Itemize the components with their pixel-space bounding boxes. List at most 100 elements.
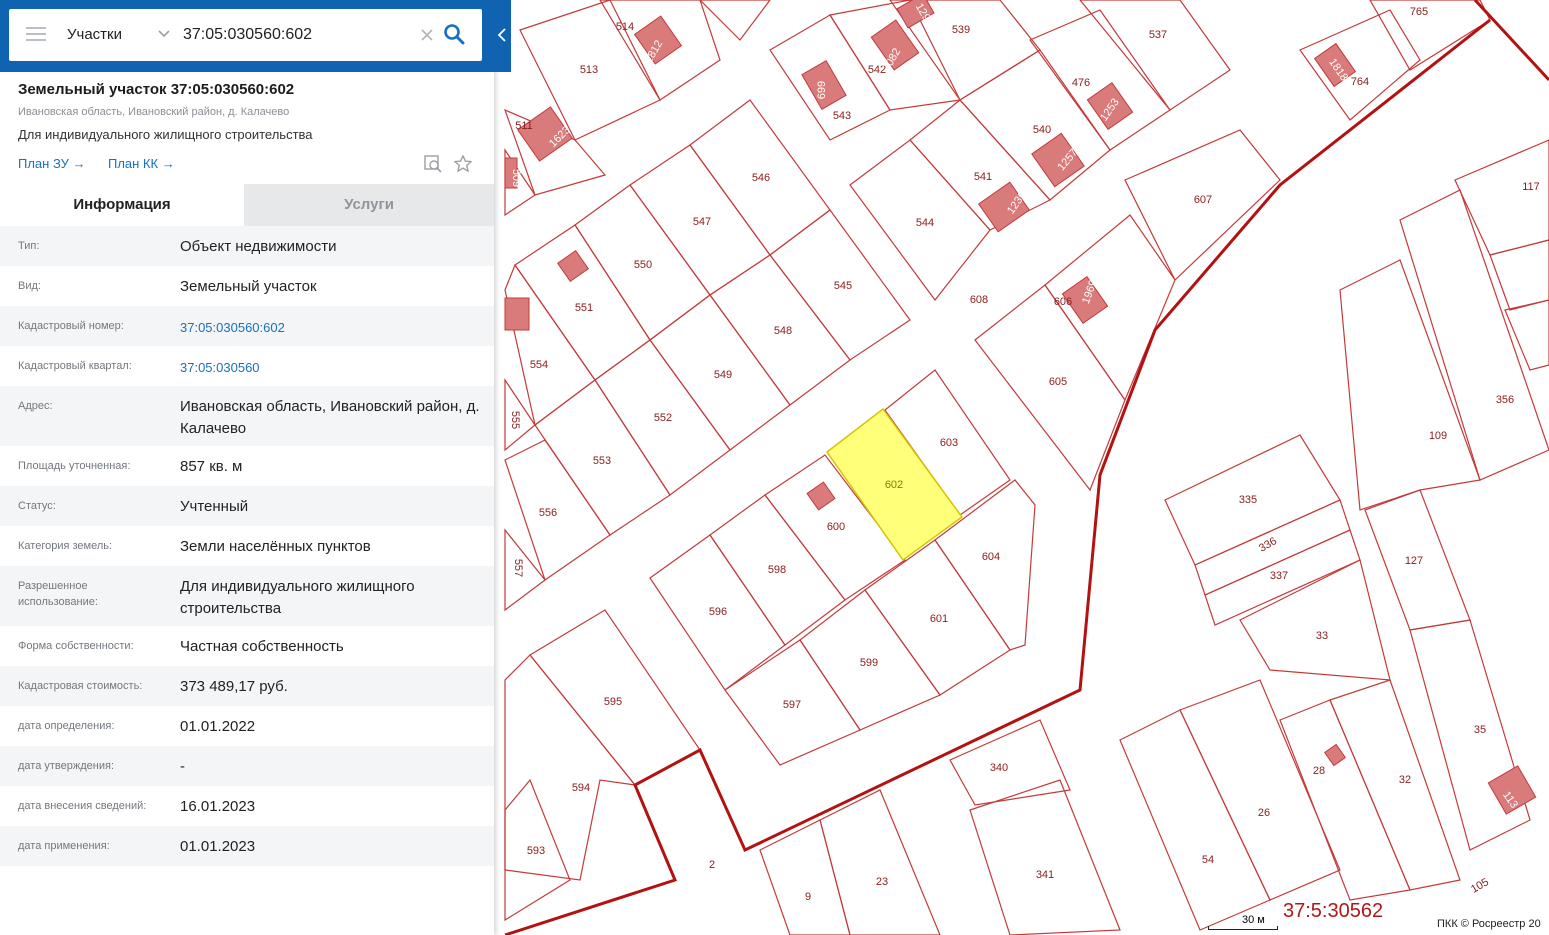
tab-information[interactable]: Информация (0, 184, 244, 226)
row-type: Тип: Объект недвижимости (0, 226, 494, 266)
row-value: 01.01.2022 (180, 718, 256, 735)
parcel-label-476: 476 (1072, 77, 1090, 89)
parcel-label-341: 341 (1036, 869, 1054, 881)
parcel-edge (699, 0, 771, 41)
row-cadastral-quarter: Кадастровый квартал: 37:05:030560 (0, 346, 494, 386)
parcel-label-511: 511 (515, 120, 533, 132)
parcel-label-546: 546 (752, 172, 770, 184)
cadastral-number-link[interactable]: 37:05:030560:602 (180, 317, 480, 339)
row-label: Кадастровый номер: (18, 320, 124, 332)
row-value: Для индивидуального жилищного строительс… (180, 578, 415, 617)
parcel-label-23: 23 (876, 876, 888, 888)
parcel-label-555: 555 (509, 411, 521, 429)
row-value: Земли населённых пунктов (180, 538, 371, 555)
row-label: дата внесения сведений: (18, 800, 147, 812)
parcel-label-556: 556 (539, 507, 557, 519)
row-label: Форма собственности: (18, 640, 134, 652)
clear-icon[interactable] (419, 27, 435, 43)
row-value: Земельный участок (180, 278, 317, 295)
chevron-down-icon[interactable] (157, 27, 171, 41)
parcel-label-594: 594 (572, 782, 590, 794)
row-label: Статус: (18, 500, 56, 512)
parcel-label-2: 2 (709, 859, 715, 871)
parcel-label-551: 551 (575, 302, 593, 314)
building-600 (806, 481, 836, 511)
parcel-label-32: 32 (1399, 774, 1411, 786)
quarter-boundary (504, 18, 1491, 935)
parcel-label-127: 127 (1405, 555, 1423, 567)
parcel-label-513: 513 (580, 64, 598, 76)
parcel-label-35: 35 (1474, 724, 1486, 736)
row-label: дата применения: (18, 840, 110, 852)
row-value: 01.01.2023 (180, 838, 256, 855)
search-input[interactable] (183, 21, 413, 49)
plan-zu-link[interactable]: План ЗУ → (18, 154, 86, 174)
parcel-label-604: 604 (982, 551, 1000, 563)
row-label: Адрес: (18, 400, 53, 412)
collapse-panel-button[interactable] (494, 0, 511, 72)
parcel-label-596: 596 (709, 606, 727, 618)
search-bar: Участки (0, 0, 511, 72)
parcel-label-764: 764 (1351, 76, 1369, 88)
object-purpose: Для индивидуального жилищного строительс… (18, 127, 313, 142)
row-application-date: дата применения: 01.01.2023 (0, 826, 494, 866)
parcel-label-543: 543 (833, 110, 851, 122)
parcel-label-603: 603 (940, 437, 958, 449)
row-label: Тип: (18, 240, 40, 252)
row-entry-date: дата внесения сведений: 16.01.2023 (0, 786, 494, 826)
row-label: Категория земель: (18, 540, 113, 552)
row-determination-date: дата определения: 01.01.2022 (0, 706, 494, 746)
parcel-356 (1399, 189, 1549, 481)
parcel-label-602: 602 (885, 479, 903, 491)
building-28 (1323, 743, 1347, 767)
parcel-23 (819, 789, 941, 935)
row-label: Разрешенное использование: (18, 580, 98, 608)
hamburger-menu-icon[interactable] (26, 27, 46, 43)
zoom-to-object-icon[interactable] (423, 154, 443, 174)
favorite-star-icon[interactable] (453, 154, 473, 174)
building-edge (504, 297, 530, 331)
row-label: дата утверждения: (18, 760, 115, 772)
row-address: Адрес: Ивановская область, Ивановский рай… (0, 386, 494, 446)
parcel-label-557: 557 (512, 559, 524, 577)
parcel-26 (1179, 679, 1341, 901)
cadastral-quarter-link[interactable]: 37:05:030560 (180, 357, 480, 379)
row-value: Объект недвижимости (180, 238, 337, 255)
row-label: Вид: (18, 280, 41, 292)
plan-kk-link[interactable]: План КК → (108, 154, 175, 174)
object-header: Земельный участок 37:05:030560:602 Ивано… (18, 80, 488, 173)
parcel-117 (1454, 139, 1549, 256)
info-panel: Участки Земельный участок 37:05:030560:6… (0, 0, 511, 935)
parcel-594 (504, 654, 637, 881)
object-links: План ЗУ → План КК → (18, 154, 488, 174)
parcel-764 (1299, 9, 1421, 121)
parcel-33 (1239, 559, 1391, 681)
parcel-label-28: 28 (1313, 765, 1325, 777)
tabs: Информация Услуги (0, 184, 494, 226)
parcel-label-607: 607 (1194, 194, 1212, 206)
parcel-label-547: 547 (693, 216, 711, 228)
row-label: Кадастровый квартал: (18, 360, 132, 372)
row-value: Ивановская область, Ивановский район, д.… (180, 398, 480, 437)
building-1236 (977, 181, 1031, 233)
chevron-left-icon (497, 28, 506, 42)
parcel-label-337: 337 (1270, 570, 1288, 582)
object-address: Ивановская область, Ивановский район, д.… (18, 106, 290, 118)
row-approval-date: дата утверждения: - (0, 746, 494, 786)
parcel-label-552: 552 (654, 412, 672, 424)
row-value: - (180, 758, 185, 775)
parcel-label-540: 540 (1033, 124, 1051, 136)
parcel-label-601: 601 (930, 613, 948, 625)
parcel-117b (1489, 239, 1549, 311)
parcel-label-356: 356 (1496, 394, 1514, 406)
parcel-label-541: 541 (974, 171, 992, 183)
quarter-label: 37:5:30562 (1283, 900, 1384, 922)
parcel-label-606: 606 (1054, 296, 1072, 308)
parcel-label-597: 597 (783, 699, 801, 711)
row-cadastral-number: Кадастровый номер: 37:05:030560:602 (0, 306, 494, 346)
search-icon[interactable] (443, 23, 465, 45)
row-value: 373 489,17 руб. (180, 678, 288, 695)
tab-services[interactable]: Услуги (244, 184, 494, 226)
parcel-label-539: 539 (952, 24, 970, 36)
parcel-label-548: 548 (774, 325, 792, 337)
